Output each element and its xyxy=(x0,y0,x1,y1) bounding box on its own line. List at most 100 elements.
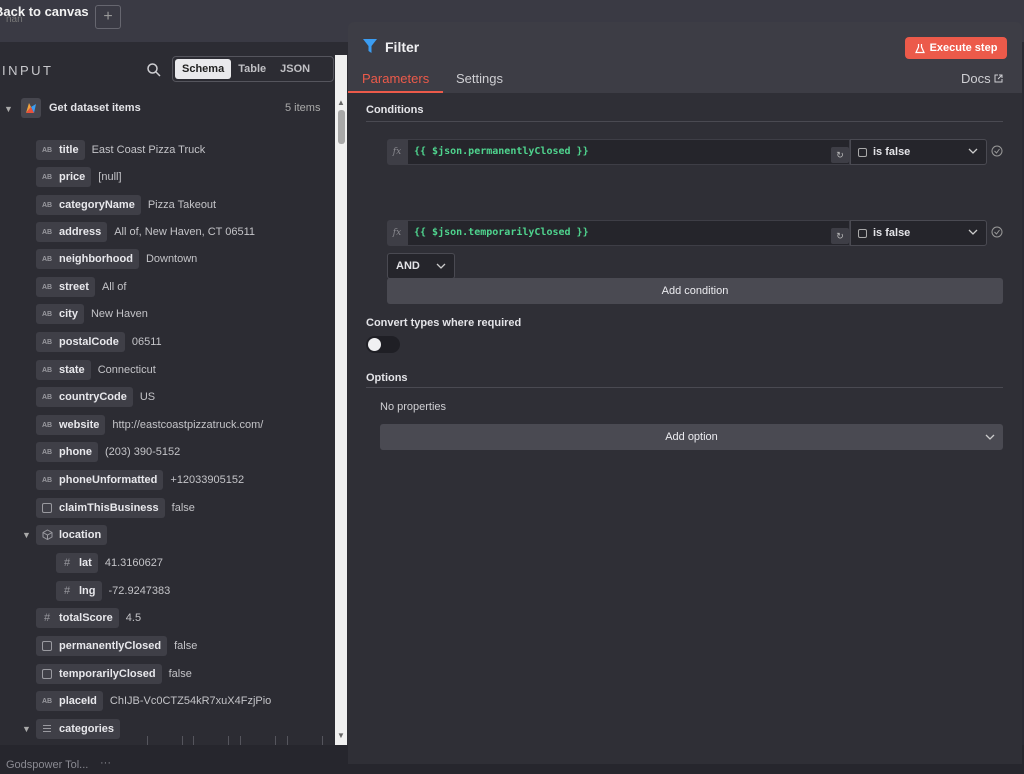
field-name: state xyxy=(59,364,85,376)
number-type-icon: # xyxy=(63,557,71,569)
field-value: All of xyxy=(101,281,127,293)
field-value: US xyxy=(139,391,156,403)
field-name: neighborhood xyxy=(59,253,133,265)
execute-step-button[interactable]: Execute step xyxy=(905,37,1007,59)
field-name-pill[interactable]: AB neighborhood xyxy=(36,249,139,269)
field-name-pill[interactable]: AB categoryName xyxy=(36,195,141,215)
tab-parameters[interactable]: Parameters xyxy=(362,71,429,86)
field-name-pill[interactable]: # lng xyxy=(56,581,102,601)
docs-label: Docs xyxy=(961,71,991,86)
field-value: 41.3160627 xyxy=(104,557,163,569)
field-name-pill[interactable]: location xyxy=(36,525,108,545)
string-type-icon: AB xyxy=(41,338,53,346)
input-panel-title: INPUT xyxy=(2,63,54,78)
filter-icon xyxy=(363,39,377,53)
boolean-type-icon xyxy=(42,503,52,513)
add-option-button[interactable]: Add option xyxy=(380,424,1003,450)
expand-expression-icon[interactable]: ↻ xyxy=(831,147,849,163)
field-name: phoneUnformatted xyxy=(59,474,158,486)
schema-field: AB price [null] xyxy=(36,167,122,187)
back-to-canvas-link[interactable]: Back to canvas xyxy=(0,4,89,19)
field-name-pill[interactable]: AB phone xyxy=(36,442,98,462)
add-node-button[interactable]: + xyxy=(95,5,121,29)
schema-field: AB title East Coast Pizza Truck xyxy=(36,140,205,160)
field-name: categories xyxy=(59,723,115,735)
field-name-pill[interactable]: AB price xyxy=(36,167,92,187)
field-name-pill[interactable]: AB countryCode xyxy=(36,387,133,407)
field-name-pill[interactable]: AB address xyxy=(36,222,108,242)
operator-select[interactable]: is false xyxy=(850,220,987,246)
field-value: 4.5 xyxy=(125,612,142,624)
search-icon[interactable] xyxy=(146,62,162,78)
field-name: temporarilyClosed xyxy=(59,668,156,680)
field-name: address xyxy=(59,226,102,238)
field-name-pill[interactable]: AB placeId xyxy=(36,691,103,711)
boolean-type-icon xyxy=(858,147,867,157)
operator-select[interactable]: is false xyxy=(850,139,987,165)
field-name-pill[interactable]: AB state xyxy=(36,360,91,380)
scroll-down-arrow-icon[interactable]: ▼ xyxy=(337,731,345,740)
options-label: Options xyxy=(366,372,408,384)
field-name-pill[interactable]: categories xyxy=(36,719,121,739)
field-name-pill[interactable]: AB city xyxy=(36,304,84,324)
schema-field: AB street All of xyxy=(36,277,126,297)
schema-field: location xyxy=(36,525,108,545)
node-header[interactable]: ▼ Get dataset items 5 items xyxy=(0,98,335,120)
field-name-pill[interactable]: AB postalCode xyxy=(36,332,125,352)
field-name-pill[interactable]: temporarilyClosed xyxy=(36,664,162,684)
divider xyxy=(366,387,1003,388)
string-type-icon: AB xyxy=(41,448,53,456)
tab-settings[interactable]: Settings xyxy=(456,71,503,86)
filter-panel: Filter Execute step Parameters Settings … xyxy=(348,22,1022,764)
schema-field: AB placeId ChIJB-Vc0CTZ54kR7xuX4FzjPio xyxy=(36,691,271,711)
remove-condition-icon[interactable] xyxy=(991,226,1003,238)
field-value: +12033905152 xyxy=(170,474,245,486)
scrollbar[interactable] xyxy=(335,55,347,745)
field-name: totalScore xyxy=(59,612,113,624)
scrollbar-thumb[interactable] xyxy=(338,110,345,144)
expand-expression-icon[interactable]: ↻ xyxy=(831,228,849,244)
field-name: price xyxy=(59,171,86,183)
footer-label: Godspower Tol... xyxy=(6,759,89,771)
field-name-pill[interactable]: # lat xyxy=(56,553,98,573)
execute-step-label: Execute step xyxy=(929,42,998,54)
field-name: placeId xyxy=(59,695,97,707)
field-name-pill[interactable]: AB title xyxy=(36,140,85,160)
convert-types-toggle[interactable] xyxy=(366,336,400,353)
external-link-icon xyxy=(994,74,1003,83)
combinator-select[interactable]: AND xyxy=(387,253,455,279)
flask-icon xyxy=(914,43,925,53)
chevron-down-icon[interactable]: ▼ xyxy=(22,530,31,540)
field-name-pill[interactable]: permanentlyClosed xyxy=(36,636,168,656)
field-name-pill[interactable]: claimThisBusiness xyxy=(36,498,165,518)
chevron-down-icon xyxy=(985,434,995,440)
operator-label: is false xyxy=(873,146,911,158)
convert-types-label: Convert types where required xyxy=(366,317,522,329)
node-name: Get dataset items xyxy=(49,102,141,114)
expression-input[interactable]: {{ $json.permanentlyClosed }} xyxy=(407,139,850,165)
boolean-type-icon xyxy=(42,669,52,679)
string-type-icon: AB xyxy=(41,421,53,429)
tab-schema[interactable]: Schema xyxy=(175,59,232,79)
condition-row: fx {{ $json.permanentlyClosed }} ↻ is fa… xyxy=(387,139,1003,165)
tab-json[interactable]: JSON xyxy=(273,59,317,79)
scroll-up-arrow-icon[interactable]: ▲ xyxy=(337,98,345,107)
add-condition-button[interactable]: Add condition xyxy=(387,278,1003,304)
field-name: lng xyxy=(79,585,96,597)
schema-field: AB countryCode US xyxy=(36,387,155,407)
string-type-icon: AB xyxy=(41,366,53,374)
field-name-pill[interactable]: AB website xyxy=(36,415,106,435)
field-name-pill[interactable]: AB street xyxy=(36,277,95,297)
expression-input[interactable]: {{ $json.temporarilyClosed }} xyxy=(407,220,850,246)
remove-condition-icon[interactable] xyxy=(991,145,1003,157)
docs-link[interactable]: Docs xyxy=(961,71,1003,86)
field-name-pill[interactable]: # totalScore xyxy=(36,608,119,628)
tab-table[interactable]: Table xyxy=(231,59,273,79)
parameters-content: Conditions fx {{ $json.permanentlyClosed… xyxy=(348,93,1022,764)
field-value: Pizza Takeout xyxy=(147,199,217,211)
more-icon[interactable]: ··· xyxy=(100,757,111,769)
chevron-down-icon[interactable]: ▼ xyxy=(4,104,13,114)
chevron-down-icon xyxy=(436,263,446,269)
field-name-pill[interactable]: AB phoneUnformatted xyxy=(36,470,164,490)
chevron-down-icon[interactable]: ▼ xyxy=(22,724,31,734)
